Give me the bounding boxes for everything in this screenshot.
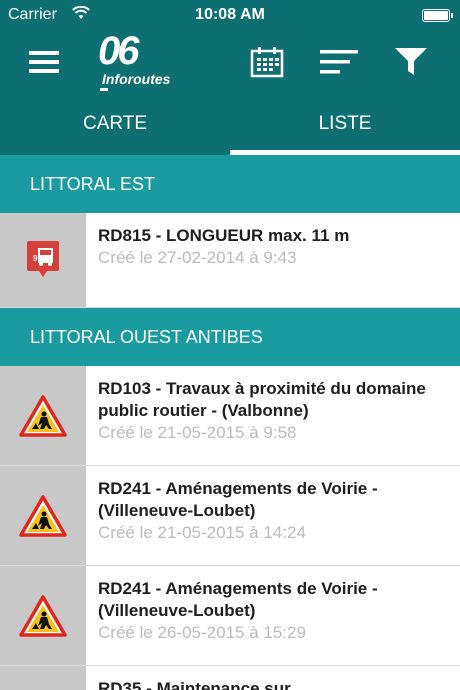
hamburger-icon [29, 51, 59, 73]
svg-text:9: 9 [33, 254, 38, 263]
calendar-icon [250, 47, 284, 78]
icon-cell [0, 666, 86, 690]
item-date: Créé le 26-05-2015 à 15:29 [98, 623, 306, 642]
filter-icon [395, 48, 427, 75]
section-header: LITTORAL OUEST ANTIBES [0, 308, 460, 366]
roadworks-icon [19, 394, 67, 437]
list-item[interactable]: RD35 - Maintenance sur [0, 666, 460, 690]
item-title: RD35 - Maintenance sur [98, 679, 291, 690]
icon-cell [0, 466, 86, 565]
clock: 10:08 AM [195, 6, 265, 23]
calendar-button[interactable] [244, 31, 290, 93]
icon-cell [0, 566, 86, 665]
item-title: RD241 - Aménagements de Voirie - (Villen… [98, 579, 378, 620]
list-item[interactable]: RD241 - Aménagements de Voirie - (Villen… [0, 566, 460, 666]
app-header: 06 Inforoutes [0, 29, 460, 93]
logo-number: 06 [98, 29, 139, 73]
roadworks-icon [19, 494, 67, 537]
item-title: RD241 - Aménagements de Voirie - (Villen… [98, 479, 378, 520]
status-bar: Carrier 10:08 AM [0, 0, 460, 31]
icon-cell: 9 [0, 213, 86, 307]
truck-length-icon: 9 [27, 241, 59, 277]
filter-button[interactable] [388, 31, 434, 93]
tab-liste[interactable]: LISTE [230, 93, 460, 155]
icon-cell [0, 366, 86, 465]
menu-button[interactable] [18, 31, 70, 93]
item-date: Créé le 21-05-2015 à 9:58 [98, 423, 297, 442]
item-title: RD815 - LONGUEUR max. 11 m [98, 226, 350, 245]
tab-carte[interactable]: CARTE [0, 93, 230, 155]
view-tabs: CARTE LISTE [0, 93, 460, 155]
list-item[interactable]: 9 RD815 - LONGUEUR max. 11 m Créé le 27-… [0, 213, 460, 308]
section-header: LITTORAL EST [0, 155, 460, 213]
sort-button[interactable] [316, 31, 362, 93]
inforoutes-logo: 06 Inforoutes [96, 29, 186, 93]
item-date: Créé le 21-05-2015 à 14:24 [98, 523, 306, 542]
list-item[interactable]: RD241 - Aménagements de Voirie - (Villen… [0, 466, 460, 566]
logo-text: Inforoutes [102, 71, 171, 87]
logo-dash [100, 88, 108, 91]
item-title: RD103 - Travaux à proximité du domaine p… [98, 379, 426, 420]
roadworks-icon [19, 594, 67, 637]
item-date: Créé le 27-02-2014 à 9:43 [98, 248, 297, 267]
battery-icon [422, 9, 453, 22]
list-item[interactable]: RD103 - Travaux à proximité du domaine p… [0, 366, 460, 466]
sort-icon [320, 50, 358, 74]
